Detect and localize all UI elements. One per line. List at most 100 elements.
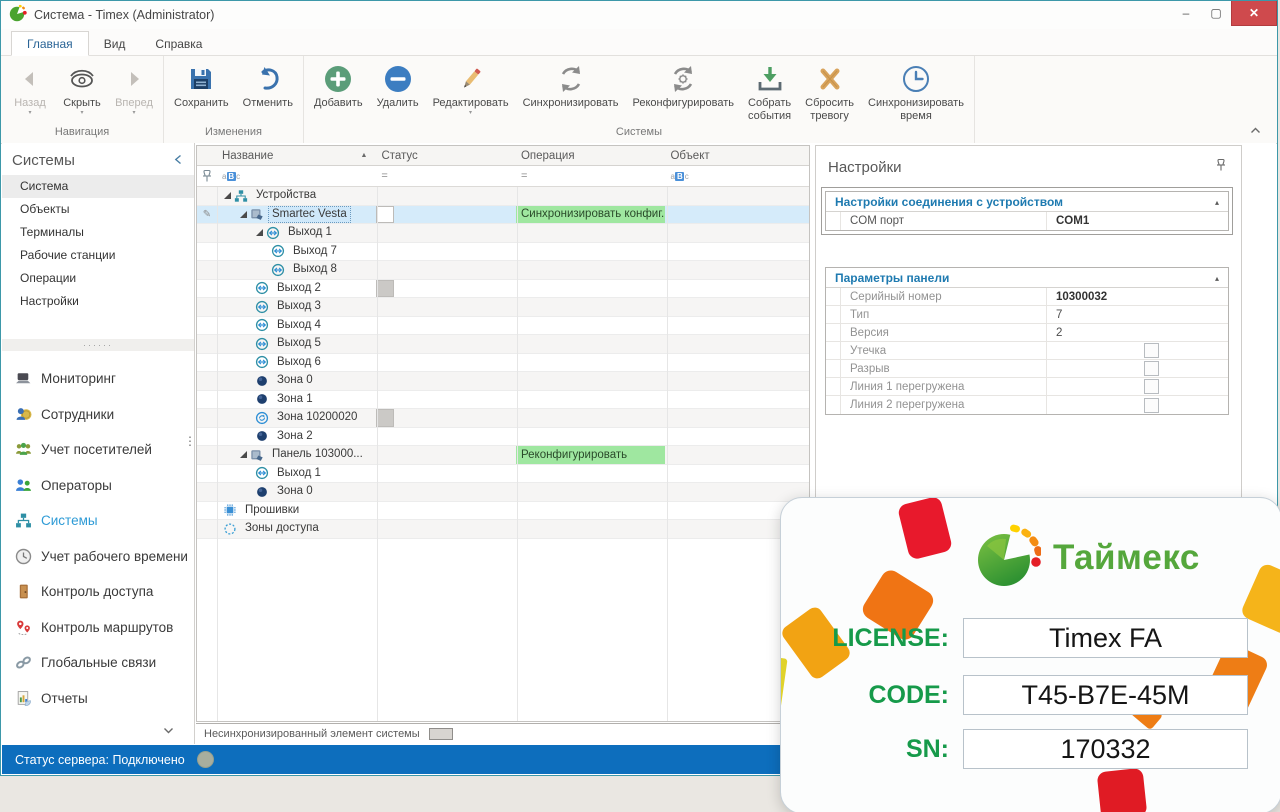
- tab-Справка[interactable]: Справка: [140, 32, 217, 55]
- tree-row[interactable]: Выход 5: [197, 335, 809, 354]
- synchronize-button[interactable]: Синхронизировать: [516, 61, 626, 110]
- sidebar-collapse-button[interactable]: [174, 152, 182, 169]
- reconfigure-button[interactable]: Реконфигурировать: [625, 61, 741, 110]
- sidebar-item-routes[interactable]: Контроль маршрутов: [2, 610, 194, 646]
- sidebar-resize-handle[interactable]: ⋮: [184, 439, 196, 444]
- sidebar-item-Система[interactable]: Система: [2, 175, 194, 198]
- tree-row[interactable]: ✎Smartec VestaСинхронизировать конфиг...: [197, 206, 809, 225]
- delete-button[interactable]: Удалить: [370, 61, 426, 110]
- sidebar-item-global-links[interactable]: Глобальные связи: [2, 645, 194, 681]
- edit-indicator-icon: ✎: [197, 206, 217, 224]
- back-icon: [20, 69, 40, 89]
- sidebar-splitter[interactable]: ······: [2, 339, 194, 351]
- filter-cell-Объект[interactable]: aBc: [665, 166, 809, 186]
- expander-icon[interactable]: [255, 228, 265, 237]
- expander-icon[interactable]: [239, 210, 249, 219]
- tree-row[interactable]: Устройства: [197, 187, 809, 206]
- sidebar-item-Рабочие станции[interactable]: Рабочие станции: [2, 244, 194, 267]
- tree-row[interactable]: Выход 8: [197, 261, 809, 280]
- sidebar-item-access-control[interactable]: Контроль доступа: [2, 574, 194, 610]
- object-cell: [665, 298, 809, 316]
- sidebar-item-Настройки[interactable]: Настройки: [2, 290, 194, 313]
- property-checkbox[interactable]: [1144, 361, 1159, 376]
- tree-row[interactable]: Выход 4: [197, 317, 809, 336]
- reset-alarm-button[interactable]: Сбросить тревогу: [798, 61, 861, 122]
- devices-icon: [234, 189, 248, 203]
- sidebar-item-monitoring[interactable]: Мониторинг: [2, 361, 194, 397]
- tree-row[interactable]: Выход 7: [197, 243, 809, 262]
- property-checkbox[interactable]: [1144, 343, 1159, 358]
- tree-row[interactable]: Зона 2: [197, 428, 809, 447]
- row-indicator-cell: [197, 372, 217, 390]
- sidebar-item-label: Отчеты: [41, 691, 88, 706]
- tab-Вид[interactable]: Вид: [89, 32, 141, 55]
- tree-row[interactable]: Прошивки: [197, 502, 809, 521]
- sidebar-item-employees[interactable]: Сотрудники: [2, 397, 194, 433]
- operation-cell: [516, 483, 666, 501]
- card-field: SN:170332: [781, 729, 1248, 769]
- sidebar-item-reports[interactable]: Отчеты: [2, 681, 194, 717]
- filter-cell-Статус[interactable]: =: [376, 166, 516, 186]
- back-button[interactable]: Назад▾: [4, 61, 56, 116]
- property-label: Линия 1 перегружена: [841, 378, 1047, 395]
- save-button[interactable]: Сохранить: [167, 61, 236, 110]
- property-value: 2: [1047, 324, 1228, 341]
- card-field-label: SN:: [781, 735, 963, 764]
- name-cell: Выход 7: [217, 243, 376, 261]
- filter-cell-Название[interactable]: aBc: [217, 166, 376, 186]
- sidebar-item-systems[interactable]: Системы: [2, 503, 194, 539]
- settings-group-header[interactable]: Параметры панели▴: [826, 268, 1228, 288]
- property-checkbox[interactable]: [1144, 379, 1159, 394]
- sidebar-item-Объекты[interactable]: Объекты: [2, 198, 194, 221]
- tree-row[interactable]: Зона 10200020: [197, 409, 809, 428]
- chevron-down-icon: [163, 727, 174, 734]
- undo-button[interactable]: Отменить: [236, 61, 300, 110]
- column-header-Статус[interactable]: Статус: [376, 146, 516, 165]
- column-header-Название[interactable]: Название▲: [217, 146, 376, 165]
- tree-row[interactable]: Выход 2: [197, 280, 809, 299]
- collect-events-button[interactable]: Собрать события: [741, 61, 798, 122]
- tree-row[interactable]: Зоны доступа: [197, 520, 809, 539]
- sidebar-scroll-down-button[interactable]: [163, 721, 174, 739]
- column-header-Операция[interactable]: Операция: [516, 146, 666, 165]
- ribbon-collapse-button[interactable]: [1250, 121, 1261, 139]
- name-cell: Зона 0: [217, 483, 376, 501]
- sidebar-item-operators[interactable]: Операторы: [2, 468, 194, 504]
- tree-row[interactable]: Выход 6: [197, 354, 809, 373]
- tree-row[interactable]: Выход 1: [197, 465, 809, 484]
- property-value: COM1: [1047, 212, 1228, 230]
- pin-button[interactable]: [1215, 158, 1227, 176]
- hide-button[interactable]: Скрыть▾: [56, 61, 108, 116]
- expander-icon[interactable]: [223, 191, 233, 200]
- tree-row[interactable]: Выход 3: [197, 298, 809, 317]
- tree-row[interactable]: Зона 1: [197, 391, 809, 410]
- property-checkbox[interactable]: [1144, 398, 1159, 413]
- sidebar-item-visitors[interactable]: Учет посетителей: [2, 432, 194, 468]
- edit-button[interactable]: Редактировать▾: [426, 61, 516, 116]
- tree-row[interactable]: Зона 0: [197, 372, 809, 391]
- sync-time-button[interactable]: Синхронизировать время: [861, 61, 971, 122]
- maximize-button[interactable]: ▢: [1201, 1, 1231, 25]
- button-label: Вперед: [115, 97, 153, 110]
- filter-cell-Операция[interactable]: =: [516, 166, 666, 186]
- tab-Главная[interactable]: Главная: [11, 31, 89, 56]
- confetti-shape: [1097, 768, 1148, 812]
- tree-row[interactable]: Панель 103000...Реконфигурировать: [197, 446, 809, 465]
- add-button[interactable]: Добавить: [307, 61, 370, 110]
- filter-pin-cell[interactable]: [197, 166, 217, 186]
- sidebar-item-Терминалы[interactable]: Терминалы: [2, 221, 194, 244]
- sidebar-item-worktime[interactable]: Учет рабочего времени: [2, 539, 194, 575]
- sidebar-item-label: Учет рабочего времени: [41, 549, 188, 564]
- equals-filter-icon: =: [521, 170, 527, 182]
- tree-row[interactable]: Выход 1: [197, 224, 809, 243]
- operation-cell: Синхронизировать конфиг...: [516, 206, 666, 224]
- settings-group-header[interactable]: Настройки соединения с устройством▴: [826, 192, 1228, 212]
- close-button[interactable]: ✕: [1231, 1, 1277, 26]
- button-label: Редактировать: [433, 97, 509, 110]
- minimize-button[interactable]: –: [1171, 1, 1201, 25]
- tree-row[interactable]: Зона 0: [197, 483, 809, 502]
- column-header-Объект[interactable]: Объект: [665, 146, 809, 165]
- forward-button[interactable]: Вперед▾: [108, 61, 160, 116]
- sidebar-item-Операции[interactable]: Операции: [2, 267, 194, 290]
- expander-icon[interactable]: [239, 450, 249, 459]
